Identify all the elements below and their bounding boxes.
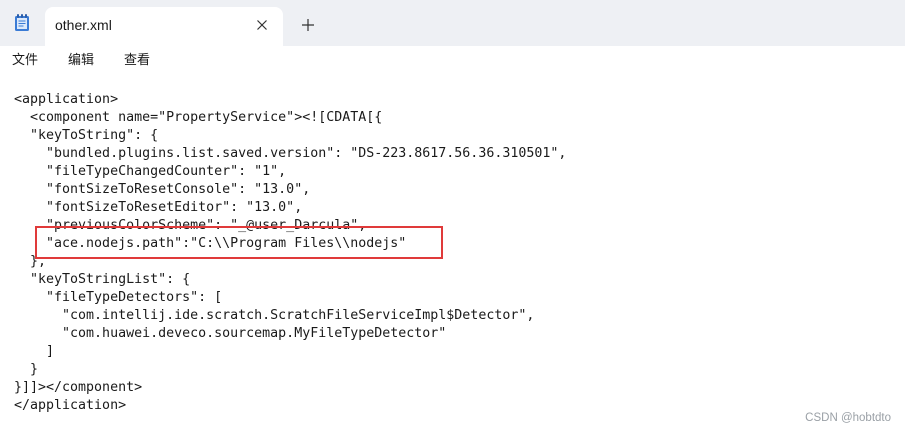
code-line: }]]></component> <box>14 380 143 395</box>
code-line: "previousColorScheme": "_@user_Darcula", <box>14 218 367 233</box>
notepad-icon <box>15 14 29 31</box>
code-line: "com.intellij.ide.scratch.ScratchFileSer… <box>14 308 535 323</box>
code-line: <application> <box>14 92 119 107</box>
code-line: "bundled.plugins.list.saved.version": "D… <box>14 146 567 161</box>
code-line: } <box>14 362 39 377</box>
plus-icon[interactable] <box>297 14 319 36</box>
watermark: CSDN @hobtdto <box>805 412 891 424</box>
menu-edit[interactable]: 编辑 <box>64 50 98 72</box>
code-line: "com.huawei.deveco.sourcemap.MyFileTypeD… <box>14 326 447 341</box>
code-line: "fileTypeChangedCounter": "1", <box>14 164 287 179</box>
code-line-highlighted: "ace.nodejs.path":"C:\\Program Files\\no… <box>14 236 407 251</box>
menu-bar: 文件 编辑 查看 <box>0 46 905 74</box>
text-editor[interactable]: <application> <component name="PropertyS… <box>0 74 905 434</box>
code-line: "keyToStringList": { <box>14 272 191 287</box>
menu-view[interactable]: 查看 <box>120 50 154 72</box>
code-line: "fileTypeDetectors": [ <box>14 290 223 305</box>
code-line: }, <box>14 254 47 269</box>
code-line: "fontSizeToResetConsole": "13.0", <box>14 182 311 197</box>
code-line: </application> <box>14 398 127 413</box>
code-line: <component name="PropertyService"><![CDA… <box>14 110 383 125</box>
title-bar: other.xml <box>0 0 905 46</box>
tab-title: other.xml <box>55 17 112 33</box>
menu-file[interactable]: 文件 <box>8 50 42 72</box>
code-line: "fontSizeToResetEditor": "13.0", <box>14 200 303 215</box>
code-line: "keyToString": { <box>14 128 159 143</box>
code-line: ] <box>14 344 55 359</box>
close-icon[interactable] <box>252 15 272 35</box>
tab-other-xml[interactable]: other.xml <box>45 7 283 46</box>
